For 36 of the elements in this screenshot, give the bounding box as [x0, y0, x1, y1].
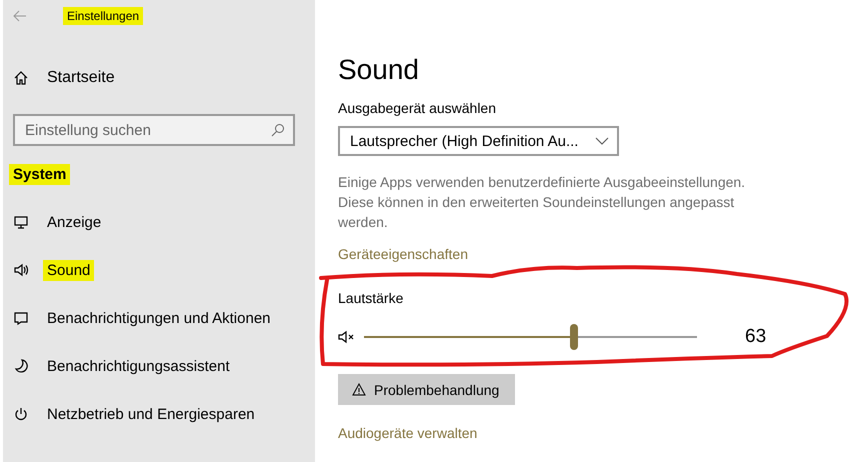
search-field[interactable]: Einstellung suchen — [13, 114, 295, 146]
page-title: Sound — [338, 54, 420, 86]
field-label: Ausgabegerät auswählen — [338, 100, 498, 116]
monitor-icon — [13, 214, 29, 230]
nav-item[interactable]: Benachrichtigungsassistent — [3, 342, 315, 390]
moon-icon — [13, 358, 29, 374]
muted-speaker-icon[interactable] — [338, 329, 356, 345]
search-icon — [271, 123, 285, 137]
nav-item[interactable]: Netzbetrieb und Energiesparen — [3, 390, 315, 438]
power-icon — [13, 406, 29, 422]
nav-item[interactable]: Anzeige — [3, 198, 315, 246]
nav-label: Sound — [43, 260, 94, 280]
device-properties-link[interactable]: Geräteeigenschaften — [338, 246, 468, 262]
output-device-dropdown[interactable]: Lautsprecher (High Definition Au... — [338, 126, 619, 156]
home-icon — [13, 70, 29, 86]
nav-label: Anzeige — [46, 212, 102, 232]
window-title: Einstellungen — [63, 7, 144, 25]
nav-label: Benachrichtigungen und Aktionen — [46, 308, 272, 328]
volume-slider[interactable] — [364, 324, 697, 350]
manage-devices-link[interactable]: Audiogeräte verwalten — [338, 425, 478, 441]
slider-thumb[interactable] — [570, 324, 578, 350]
chevron-down-icon — [595, 137, 609, 145]
nav-label: Netzbetrieb und Energiesparen — [46, 404, 256, 424]
back-arrow-icon[interactable] — [13, 10, 27, 22]
speech-bubble-icon — [13, 310, 29, 326]
section-heading: System — [9, 164, 70, 185]
warning-icon — [352, 383, 366, 396]
description-text: Einige Apps verwenden benutzerdefinierte Ausgabeeinstellungen. Diese können in den erweiterten Soundeinstellungen angepasst werden. — [338, 173, 746, 232]
nav-item[interactable]: Sound — [3, 246, 315, 294]
volume-label: Lautstärke — [338, 290, 404, 306]
nav-label: Benachrichtigungsassistent — [46, 356, 231, 376]
home-nav-item[interactable]: Startseite — [3, 54, 315, 102]
volume-value: 63 — [745, 326, 766, 348]
speaker-icon — [13, 262, 29, 278]
nav-item[interactable]: Benachrichtigungen und Aktionen — [3, 294, 315, 342]
troubleshoot-button[interactable]: Problembehandlung — [338, 374, 516, 405]
